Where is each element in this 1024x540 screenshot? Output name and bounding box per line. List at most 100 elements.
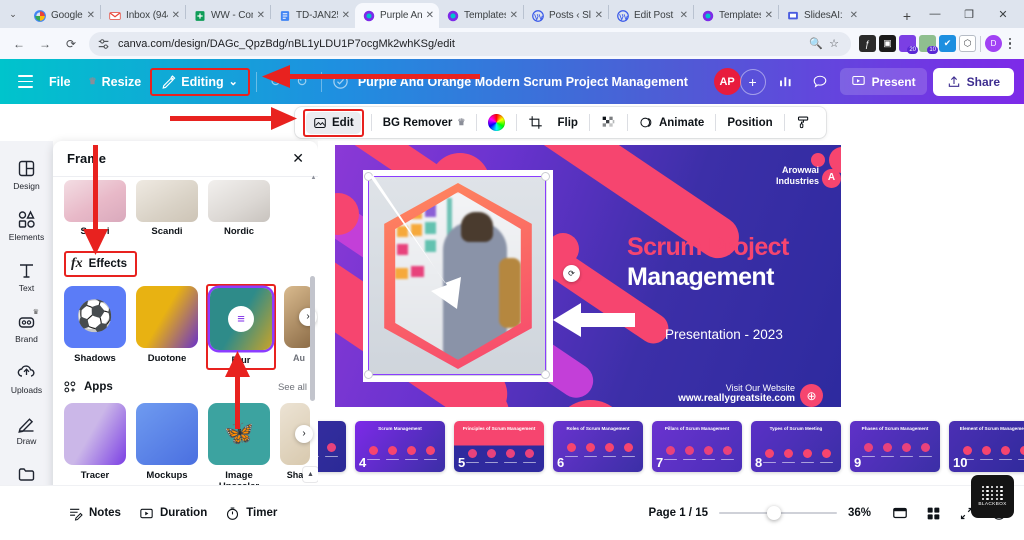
frame-thumb[interactable]: Sanrei: [64, 180, 126, 238]
frame-thumb[interactable]: Scandi: [136, 180, 198, 238]
resize-handle-tl[interactable]: [364, 172, 373, 181]
transparency-button[interactable]: [594, 111, 623, 134]
ext-green[interactable]: 10: [919, 35, 938, 54]
window-maximize-icon[interactable]: ❐: [952, 0, 986, 28]
resize-handle-bl[interactable]: [364, 370, 373, 379]
effect-duotone[interactable]: Duotone: [136, 285, 198, 364]
new-tab-button[interactable]: +: [896, 3, 918, 28]
zoom-slider[interactable]: [719, 506, 837, 520]
sidebar-item-draw[interactable]: Draw: [0, 404, 53, 455]
timer-button[interactable]: Timer: [216, 500, 286, 527]
page-thumbnail[interactable]: Pillars of Scrum Management 7: [652, 420, 742, 472]
close-icon[interactable]: ✕: [292, 150, 304, 167]
insights-icon[interactable]: [772, 68, 800, 96]
sidebar-item-design[interactable]: Design: [0, 149, 53, 200]
app-image-upscaler[interactable]: 🦋 Image Upscaler: [208, 402, 270, 492]
blackbox-widget[interactable]: BLACKBOX: [971, 475, 1014, 518]
sidebar-item-text[interactable]: Text: [0, 251, 53, 302]
zoom-slider-knob[interactable]: [767, 506, 781, 520]
resize-handle-br[interactable]: [541, 370, 550, 379]
tab-close-icon[interactable]: ✕: [680, 10, 688, 21]
tab-close-icon[interactable]: ✕: [850, 10, 858, 21]
reload-icon[interactable]: ⟳: [58, 31, 84, 57]
redo-icon[interactable]: ↻: [289, 69, 315, 95]
address-bar[interactable]: canva.com/design/DAGc_QpzBdg/nBL1yLDU1P7…: [89, 31, 851, 56]
effect-shadows[interactable]: ⚽ Shadows: [64, 285, 126, 364]
hamburger-icon[interactable]: [10, 67, 40, 97]
page-thumbnail[interactable]: Principles of Scrum Management 5: [454, 420, 544, 472]
browser-tab[interactable]: Posts ‹ Slid ✕: [524, 3, 608, 28]
effect-blur[interactable]: ≡ Blur: [210, 287, 272, 366]
browser-tab[interactable]: Templates ✕: [694, 3, 778, 28]
ext-puzzle[interactable]: ⬡: [959, 35, 976, 52]
position-button[interactable]: Position: [720, 113, 779, 133]
resize-button[interactable]: ♛ Resize: [80, 69, 151, 95]
window-minimize-icon[interactable]: —: [918, 0, 952, 28]
selection-box[interactable]: [364, 172, 550, 379]
edit-button[interactable]: Edit: [306, 111, 361, 134]
crop-button[interactable]: [521, 111, 550, 134]
frame-thumb[interactable]: Nordic: [208, 180, 270, 238]
browser-tab[interactable]: Edit Post ‹ ✕: [609, 3, 693, 28]
apps-see-all-link[interactable]: See all: [278, 382, 307, 393]
browser-tab[interactable]: WW - Con ✕: [186, 3, 270, 28]
tab-close-icon[interactable]: ✕: [510, 10, 518, 21]
page-thumbnail[interactable]: Scrum Management 4: [355, 420, 445, 472]
resize-handle-tr[interactable]: [541, 172, 550, 181]
sidebar-item-elements[interactable]: Elements: [0, 200, 53, 251]
slide-canvas[interactable]: Arowwai Industries A Scrum Project Manag…: [335, 145, 841, 432]
frame-thumb[interactable]: [280, 180, 310, 238]
sidebar-item-uploads[interactable]: Uploads: [0, 353, 53, 404]
chrome-profile-avatar[interactable]: D: [985, 35, 1002, 52]
app-mockups[interactable]: Mockups: [136, 402, 198, 481]
add-collaborator-button[interactable]: +: [739, 68, 766, 95]
tab-close-icon[interactable]: ✕: [87, 10, 95, 21]
tab-close-icon[interactable]: ✕: [426, 10, 434, 21]
share-button[interactable]: Share: [932, 67, 1014, 96]
browser-tab[interactable]: Templates ✕: [439, 3, 523, 28]
tab-close-icon[interactable]: ✕: [595, 10, 603, 21]
grid-view-icon[interactable]: [922, 502, 944, 524]
document-title[interactable]: Purple And Orange Modern Scrum Project M…: [358, 75, 688, 89]
page-thumbnail[interactable]: Phases of Scrum Management 9: [850, 420, 940, 472]
browser-tab[interactable]: TD-JAN25 ✕: [271, 3, 355, 28]
flip-button[interactable]: Flip: [550, 113, 584, 133]
chrome-menu-icon[interactable]: [1002, 37, 1018, 50]
tab-close-icon[interactable]: ✕: [342, 10, 350, 21]
bookmark-icon[interactable]: ☆: [825, 37, 843, 50]
user-avatar[interactable]: AP: [713, 68, 741, 95]
page-thumbnail[interactable]: Types of Scrum Meeting 8: [751, 420, 841, 472]
rotate-handle-icon[interactable]: ⟳: [563, 265, 580, 282]
page-thumbnail[interactable]: 3: [318, 420, 346, 472]
strip-scroll-up-icon[interactable]: ▲: [303, 467, 318, 482]
browser-tab[interactable]: Google ✕: [26, 3, 100, 28]
comment-icon[interactable]: [806, 68, 834, 96]
duration-button[interactable]: Duration: [130, 500, 216, 527]
browser-tab[interactable]: Inbox (944 ✕: [101, 3, 185, 28]
tab-close-icon[interactable]: ✕: [172, 10, 180, 21]
single-view-icon[interactable]: [889, 502, 911, 524]
panel-scrollbar[interactable]: ▲ ▼: [310, 175, 316, 509]
scroll-up-icon[interactable]: ▲: [310, 175, 317, 181]
editing-mode-button[interactable]: Editing ⌄: [150, 67, 250, 96]
app-tracer[interactable]: Tracer: [64, 402, 126, 481]
page-thumbnail[interactable]: Roles of Scrum Management 6: [553, 420, 643, 472]
sidebar-item-brand[interactable]: ♛ Brand: [0, 302, 53, 353]
notes-button[interactable]: Notes: [59, 500, 130, 527]
tab-close-icon[interactable]: ✕: [257, 10, 265, 21]
cloud-saved-icon[interactable]: [328, 69, 354, 95]
tab-close-icon[interactable]: ✕: [765, 10, 773, 21]
back-icon[interactable]: ←: [6, 31, 32, 57]
site-settings-icon[interactable]: [97, 37, 111, 51]
bg-remover-button[interactable]: BG Remover ♛: [376, 113, 473, 133]
browser-tab[interactable]: SlidesAI: F ✕: [779, 3, 863, 28]
page-zoom-icon[interactable]: 🔍: [807, 37, 825, 50]
animate-button[interactable]: Animate: [632, 111, 711, 134]
forward-icon[interactable]: →: [32, 31, 58, 57]
page-thumbnail[interactable]: Element of Scrum Management 10: [949, 420, 1024, 472]
undo-icon[interactable]: ↺: [263, 69, 289, 95]
ext-blue-check[interactable]: ✔: [939, 35, 956, 52]
scrollbar-thumb[interactable]: [310, 276, 315, 401]
window-close-icon[interactable]: ✕: [986, 0, 1020, 28]
browser-tab[interactable]: Purple And ✕: [355, 3, 440, 28]
